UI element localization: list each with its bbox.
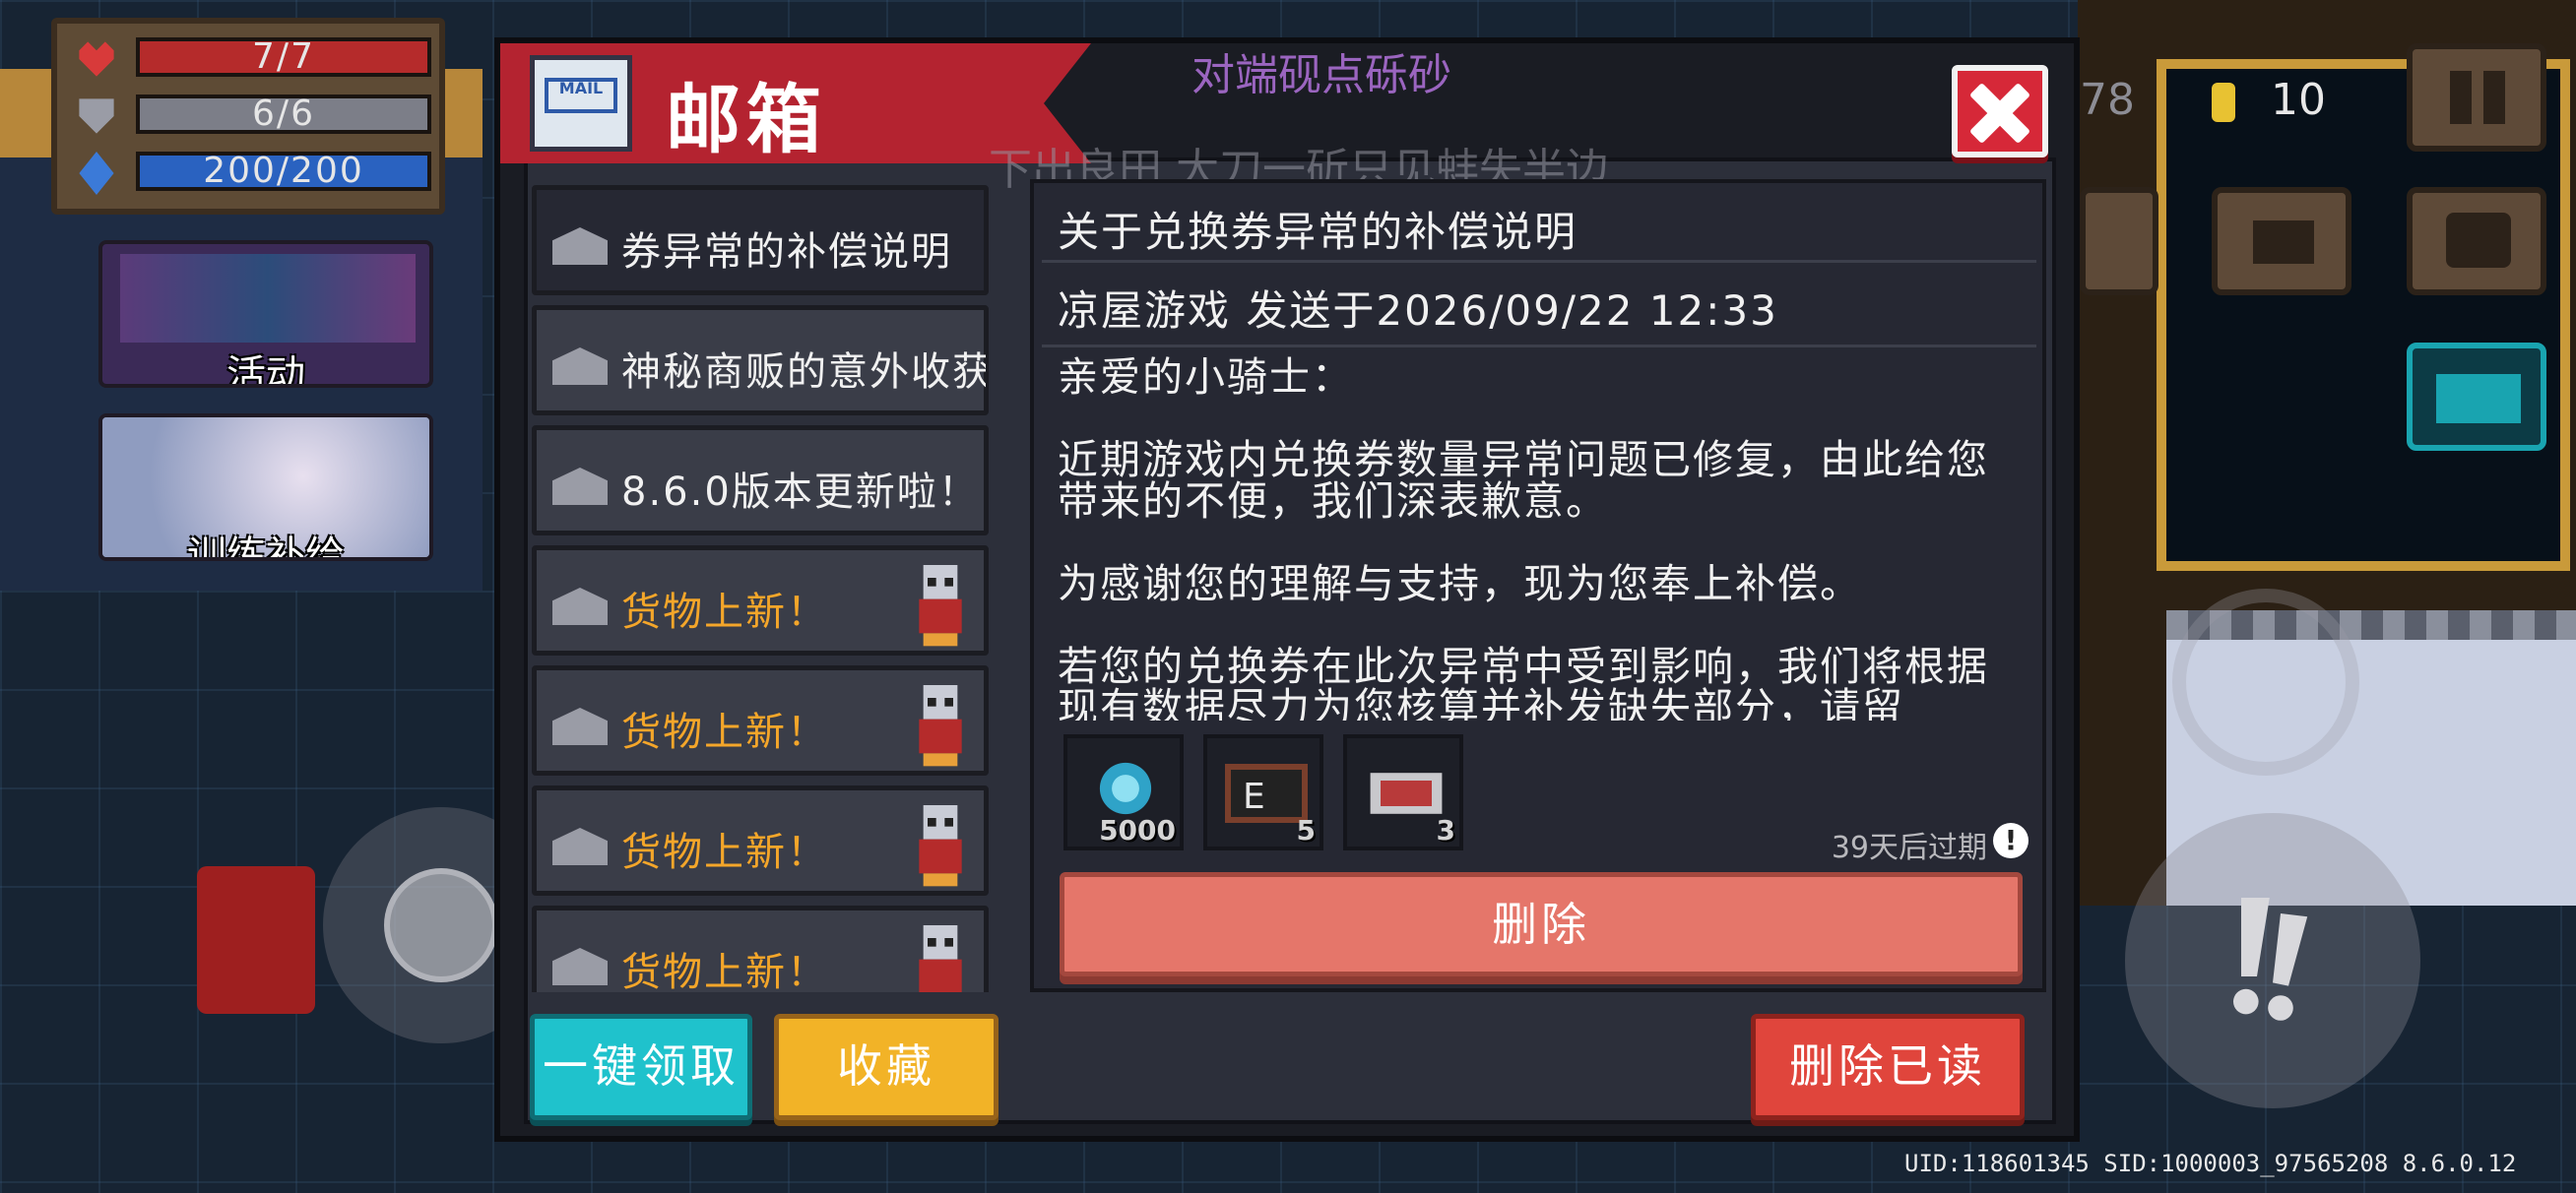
mail-envelope-icon: MAIL <box>530 55 632 152</box>
envelope-icon <box>552 347 608 385</box>
share-button[interactable] <box>2212 187 2351 295</box>
hp-value: 7/7 <box>252 36 315 77</box>
player-stats-panel: 7/7 6/6 200/200 <box>51 18 445 215</box>
delete-button[interactable]: 删除 <box>1060 872 2023 976</box>
merchant-npc-icon <box>919 925 962 992</box>
armor-bar: 6/6 <box>136 94 431 134</box>
envelope-icon <box>552 828 608 865</box>
overlay-scroll-text-1: 对端砚点砾砂 <box>1191 50 1451 100</box>
mail-sender: 凉屋游戏 发送于2026/09/22 12:33 <box>1058 286 1778 335</box>
coin-counter: 10 <box>2271 75 2326 125</box>
pause-icon <box>2450 71 2472 124</box>
profile-button[interactable] <box>2407 187 2546 295</box>
mail-subject: 关于兑换券异常的补偿说明 <box>1058 208 1578 256</box>
mail-item[interactable]: 货物上新！ <box>532 665 989 776</box>
mail-item-label: 券异常的补偿说明 <box>621 229 952 275</box>
reward-quantity: 5000 <box>1099 814 1176 847</box>
mail-item-label: 8.6.0版本更新啦！ <box>621 470 980 515</box>
activity-art <box>120 254 416 343</box>
emote-button[interactable] <box>2080 187 2158 295</box>
reward-slot[interactable]: 3 <box>1343 734 1463 850</box>
energy-value: 200/200 <box>203 151 364 191</box>
training-supply-button[interactable]: 训练补给 <box>98 413 433 561</box>
merchant-npc-icon <box>919 565 962 647</box>
reward-slot[interactable]: 5000 <box>1063 734 1184 850</box>
gem-counter: 78 <box>2080 75 2135 125</box>
mail-body[interactable]: 亲爱的小骑士： 近期游戏内兑换券数量异常问题已修复，由此给您带来的不便，我们深表… <box>1058 356 2003 721</box>
mail-item[interactable]: 8.6.0版本更新啦！ <box>532 425 989 535</box>
mail-item[interactable]: 券异常的补偿说明 <box>532 185 989 295</box>
uid-label: UID:118601345 SID:1000003_97565208 8.6.0… <box>1904 1150 2517 1177</box>
hp-bar: 7/7 <box>136 37 431 77</box>
player-knight <box>197 866 315 1014</box>
coin-icon <box>2212 83 2235 122</box>
expire-notice: 39天后过期 <box>1831 831 1987 865</box>
mail-item-label: 神秘商贩的意外收获 <box>621 349 986 395</box>
activity-button[interactable]: 活动 <box>98 240 433 388</box>
delete-read-button[interactable]: 删除已读 <box>1751 1014 2025 1120</box>
reward-slot[interactable]: E 5 <box>1203 734 1323 850</box>
weapon-swap-button[interactable] <box>2172 589 2359 776</box>
chat-button[interactable] <box>2407 343 2546 451</box>
envelope-icon <box>552 948 608 985</box>
skill-exclaim-icon <box>2233 898 2308 1021</box>
envelope-icon <box>552 227 608 265</box>
mail-item[interactable]: 货物上新！ <box>532 545 989 656</box>
claim-all-button[interactable]: 一键领取 <box>530 1014 752 1120</box>
reward-quantity: 3 <box>1436 814 1455 847</box>
profile-card-icon <box>2446 213 2511 268</box>
share-icon <box>2253 220 2314 264</box>
divider <box>1042 345 2036 347</box>
merchant-npc-icon <box>919 805 962 887</box>
gem-icon <box>1099 762 1152 815</box>
info-icon[interactable]: ! <box>1993 823 2029 858</box>
mail-paragraph: 若您的兑换券在此次异常中受到影响，我们将根据现有数据尽力为您核算并补发缺失部分，… <box>1058 643 1989 721</box>
merchant-npc-icon <box>919 685 962 767</box>
divider <box>1042 260 2036 263</box>
pause-button[interactable] <box>2407 43 2546 152</box>
mail-greeting: 亲爱的小骑士： <box>1058 356 1354 401</box>
svg-text:E: E <box>1243 777 1265 817</box>
energy-icon <box>79 152 114 195</box>
mailbox-title: 邮箱 <box>666 76 827 163</box>
envelope-icon <box>552 588 608 625</box>
mail-paragraph: 近期游戏内兑换券数量异常问题已修复，由此给您带来的不便，我们深表歉意。 <box>1058 436 1989 525</box>
chat-icon <box>2436 374 2521 423</box>
training-label: 训练补给 <box>187 534 345 561</box>
skill-button[interactable] <box>2125 813 2420 1108</box>
favorite-button[interactable]: 收藏 <box>774 1014 998 1120</box>
heart-icon <box>79 41 114 77</box>
mail-item[interactable]: 货物上新！ <box>532 785 989 896</box>
mail-item[interactable]: 货物上新！ <box>532 906 989 992</box>
envelope-icon <box>552 468 608 505</box>
mail-detail-panel: 关于兑换券异常的补偿说明 凉屋游戏 发送于2026/09/22 12:33 亲爱… <box>1030 179 2046 992</box>
mail-paragraph: 为感谢您的理解与支持，现为您奉上补偿。 <box>1058 560 1862 607</box>
envelope-icon <box>552 708 608 745</box>
activity-label: 活动 <box>226 352 305 388</box>
coupon-icon <box>1370 773 1443 814</box>
mail-item[interactable]: 神秘商贩的意外收获 <box>532 305 989 415</box>
armor-value: 6/6 <box>252 94 315 134</box>
armor-icon <box>79 98 114 134</box>
joystick-knob[interactable] <box>384 868 498 982</box>
energy-bar: 200/200 <box>136 152 431 191</box>
mail-list[interactable]: 券异常的补偿说明 神秘商贩的意外收获 8.6.0版本更新啦！ 货物上新！ 货物上… <box>532 179 997 992</box>
close-button[interactable] <box>1952 65 2048 157</box>
reward-quantity: 5 <box>1296 814 1316 847</box>
